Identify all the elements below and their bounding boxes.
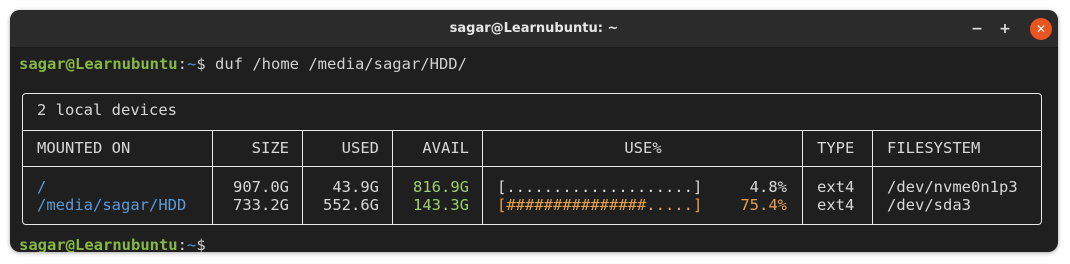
column-header-avail: AVAIL [422, 139, 469, 157]
column-header-size: SIZE [251, 139, 289, 157]
command-text: duf /home /media/sagar/HDD/ [205, 55, 467, 73]
minimize-button[interactable]: − [966, 18, 988, 40]
prompt-path: ~ [186, 55, 197, 73]
table-row-filesystem: /dev/nvme0n1p3 [887, 178, 1018, 196]
prompt-user: sagar@Learnubuntu [19, 236, 178, 252]
divider [23, 166, 1041, 167]
table-row-size: 733.2G [233, 196, 289, 214]
prompt-separator: : [177, 55, 187, 73]
command-line: sagar@Learnubuntu:~$ duf /home /media/sa… [19, 55, 467, 73]
table-header: 2 local devices [37, 101, 177, 119]
table-row-type: ext4 [817, 196, 855, 214]
close-button[interactable]: ✕ [1030, 18, 1052, 40]
table-row-used: 552.6G [323, 196, 379, 214]
prompt-path: ~ [186, 236, 197, 252]
table-row-used: 43.9G [332, 178, 379, 196]
column-header-type: TYPE [817, 139, 855, 157]
column-divider [872, 130, 873, 225]
maximize-button[interactable]: + [994, 18, 1016, 40]
table-row-type: ext4 [817, 178, 855, 196]
prompt-line: sagar@Learnubuntu:~$ [19, 236, 206, 252]
window-title: sagar@Learnubuntu: ~ [449, 21, 619, 36]
table-row-mount: / [37, 178, 47, 196]
table-row-avail: 143.3G [413, 196, 469, 214]
table-row-filesystem: /dev/sda3 [887, 196, 971, 214]
divider [23, 130, 1041, 131]
prompt-symbol: $ [196, 236, 206, 252]
table-row-avail: 816.9G [413, 178, 469, 196]
prompt-symbol: $ [196, 55, 206, 73]
usage-bar: [###############.....] [497, 196, 703, 214]
terminal-window: sagar@Learnubuntu: ~ − + ✕ sagar@Learnub… [10, 10, 1058, 252]
usage-bar: [....................] [497, 178, 703, 196]
table-row-mount: /media/sagar/HDD [37, 196, 187, 214]
title-bar[interactable]: sagar@Learnubuntu: ~ − + ✕ [10, 10, 1058, 48]
prompt-user: sagar@Learnubuntu [19, 55, 178, 73]
table-row-size: 907.0G [233, 178, 289, 196]
duf-table: 2 local devices MOUNTED ON SIZE USED AVA… [22, 93, 1042, 225]
column-header-filesystem: FILESYSTEM [887, 139, 981, 157]
usage-percent: 4.8% [749, 178, 787, 196]
prompt-separator: : [177, 236, 187, 252]
column-header-mounted-on: MOUNTED ON [37, 139, 131, 157]
column-header-use-pct: USE% [624, 139, 662, 157]
column-header-used: USED [341, 139, 379, 157]
terminal-area[interactable]: sagar@Learnubuntu:~$ duf /home /media/sa… [10, 48, 1058, 252]
usage-percent: 75.4% [740, 196, 787, 214]
